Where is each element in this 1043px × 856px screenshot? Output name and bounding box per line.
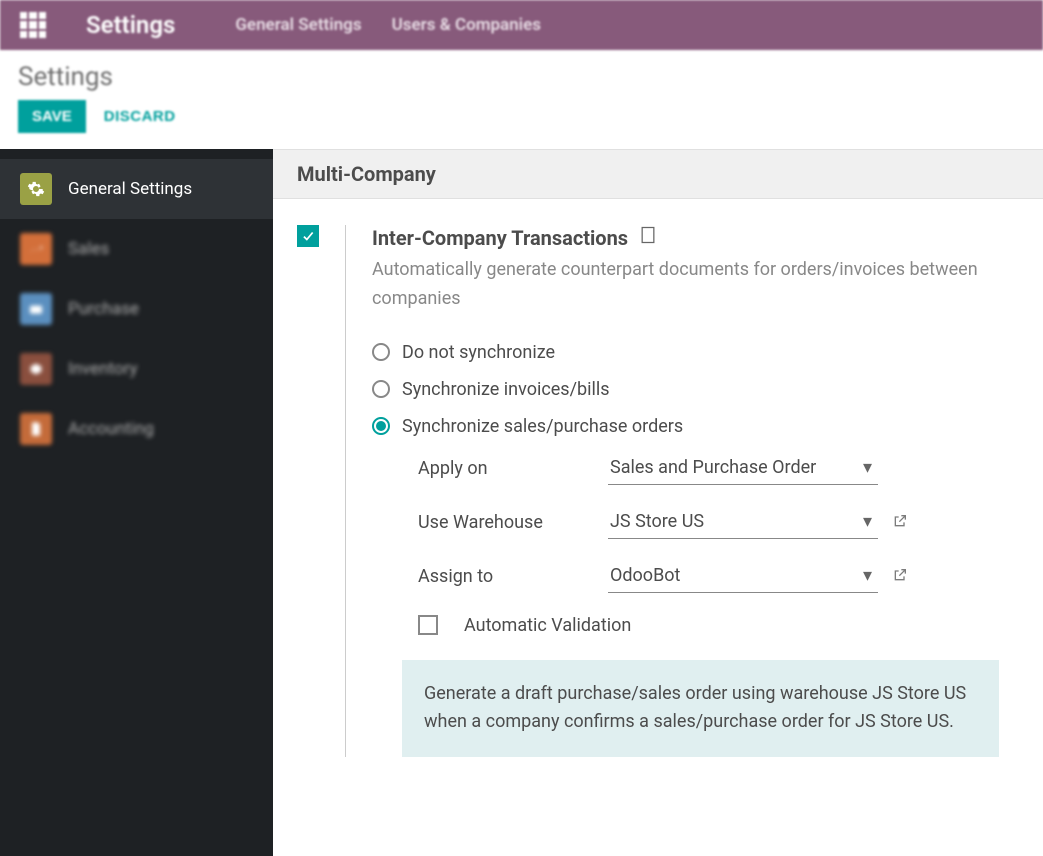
building-icon — [638, 225, 658, 250]
radio-do-not-sync[interactable]: Do not synchronize — [372, 342, 999, 363]
sidebar: General Settings Sales Purchase Inventor… — [0, 149, 273, 856]
setting-title: Inter-Company Transactions — [372, 225, 658, 250]
assign-to-label: Assign to — [418, 566, 608, 587]
page-title: Settings — [18, 62, 1025, 92]
select-value: Sales and Purchase Order — [610, 457, 816, 478]
select-value: OdooBot — [610, 565, 680, 586]
subheader: Settings SAVE DISCARD — [0, 50, 1043, 149]
sync-radio-group: Do not synchronize Synchronize invoices/… — [372, 342, 999, 437]
sidebar-item-general-settings[interactable]: General Settings — [0, 159, 273, 219]
nav-users-companies[interactable]: Users & Companies — [392, 15, 541, 35]
assign-to-select[interactable]: OdooBot ▾ — [608, 561, 878, 593]
automatic-validation-row: Automatic Validation — [418, 615, 999, 636]
radio-sync-orders[interactable]: Synchronize sales/purchase orders — [372, 416, 999, 437]
apply-on-label: Apply on — [418, 458, 608, 479]
enable-checkbox[interactable] — [297, 225, 319, 247]
setting-description: Automatically generate counterpart docum… — [372, 256, 999, 314]
gear-icon — [20, 173, 52, 205]
radio-icon — [372, 343, 390, 361]
nav-general-settings[interactable]: General Settings — [235, 15, 361, 35]
cart-icon — [20, 293, 52, 325]
sidebar-item-label: Purchase — [68, 299, 139, 319]
content-area: Multi-Company Inter-Company Transactions… — [273, 149, 1043, 856]
setting-title-text: Inter-Company Transactions — [372, 226, 628, 250]
external-link-icon[interactable] — [892, 567, 908, 587]
document-icon — [20, 413, 52, 445]
warehouse-label: Use Warehouse — [418, 512, 608, 533]
automatic-validation-checkbox[interactable] — [418, 615, 438, 635]
sidebar-item-sales[interactable]: Sales — [0, 219, 273, 279]
radio-label: Synchronize invoices/bills — [402, 379, 610, 400]
sidebar-item-accounting[interactable]: Accounting — [0, 399, 273, 459]
sidebar-item-label: Inventory — [68, 359, 138, 379]
radio-label: Do not synchronize — [402, 342, 555, 363]
sidebar-item-label: Sales — [68, 239, 109, 259]
assign-to-row: Assign to OdooBot ▾ — [418, 561, 999, 593]
sidebar-item-label: General Settings — [68, 179, 192, 199]
radio-icon — [372, 417, 390, 435]
apply-on-row: Apply on Sales and Purchase Order ▾ — [418, 453, 999, 485]
caret-down-icon: ▾ — [863, 511, 872, 532]
caret-down-icon: ▾ — [863, 457, 872, 478]
info-box: Generate a draft purchase/sales order us… — [402, 660, 999, 758]
apps-icon[interactable] — [20, 12, 46, 38]
caret-down-icon: ▾ — [863, 565, 872, 586]
box-icon — [20, 353, 52, 385]
radio-label: Synchronize sales/purchase orders — [402, 416, 683, 437]
apply-on-select[interactable]: Sales and Purchase Order ▾ — [608, 453, 878, 485]
select-value: JS Store US — [610, 511, 704, 532]
sidebar-item-label: Accounting — [68, 419, 154, 439]
warehouse-select[interactable]: JS Store US ▾ — [608, 507, 878, 539]
setting-inter-company: Inter-Company Transactions Automatically… — [273, 199, 1043, 757]
sidebar-item-purchase[interactable]: Purchase — [0, 279, 273, 339]
radio-icon — [372, 380, 390, 398]
save-button[interactable]: SAVE — [18, 100, 86, 133]
top-bar: Settings General Settings Users & Compan… — [0, 0, 1043, 50]
form-rows: Apply on Sales and Purchase Order ▾ Use … — [418, 453, 999, 593]
divider — [345, 225, 346, 757]
sidebar-item-inventory[interactable]: Inventory — [0, 339, 273, 399]
section-header: Multi-Company — [273, 149, 1043, 199]
external-link-icon[interactable] — [892, 513, 908, 533]
warehouse-row: Use Warehouse JS Store US ▾ — [418, 507, 999, 539]
chart-icon — [20, 233, 52, 265]
app-title: Settings — [86, 11, 175, 39]
discard-button[interactable]: DISCARD — [104, 108, 176, 125]
radio-sync-invoices[interactable]: Synchronize invoices/bills — [372, 379, 999, 400]
automatic-validation-label: Automatic Validation — [464, 615, 631, 636]
